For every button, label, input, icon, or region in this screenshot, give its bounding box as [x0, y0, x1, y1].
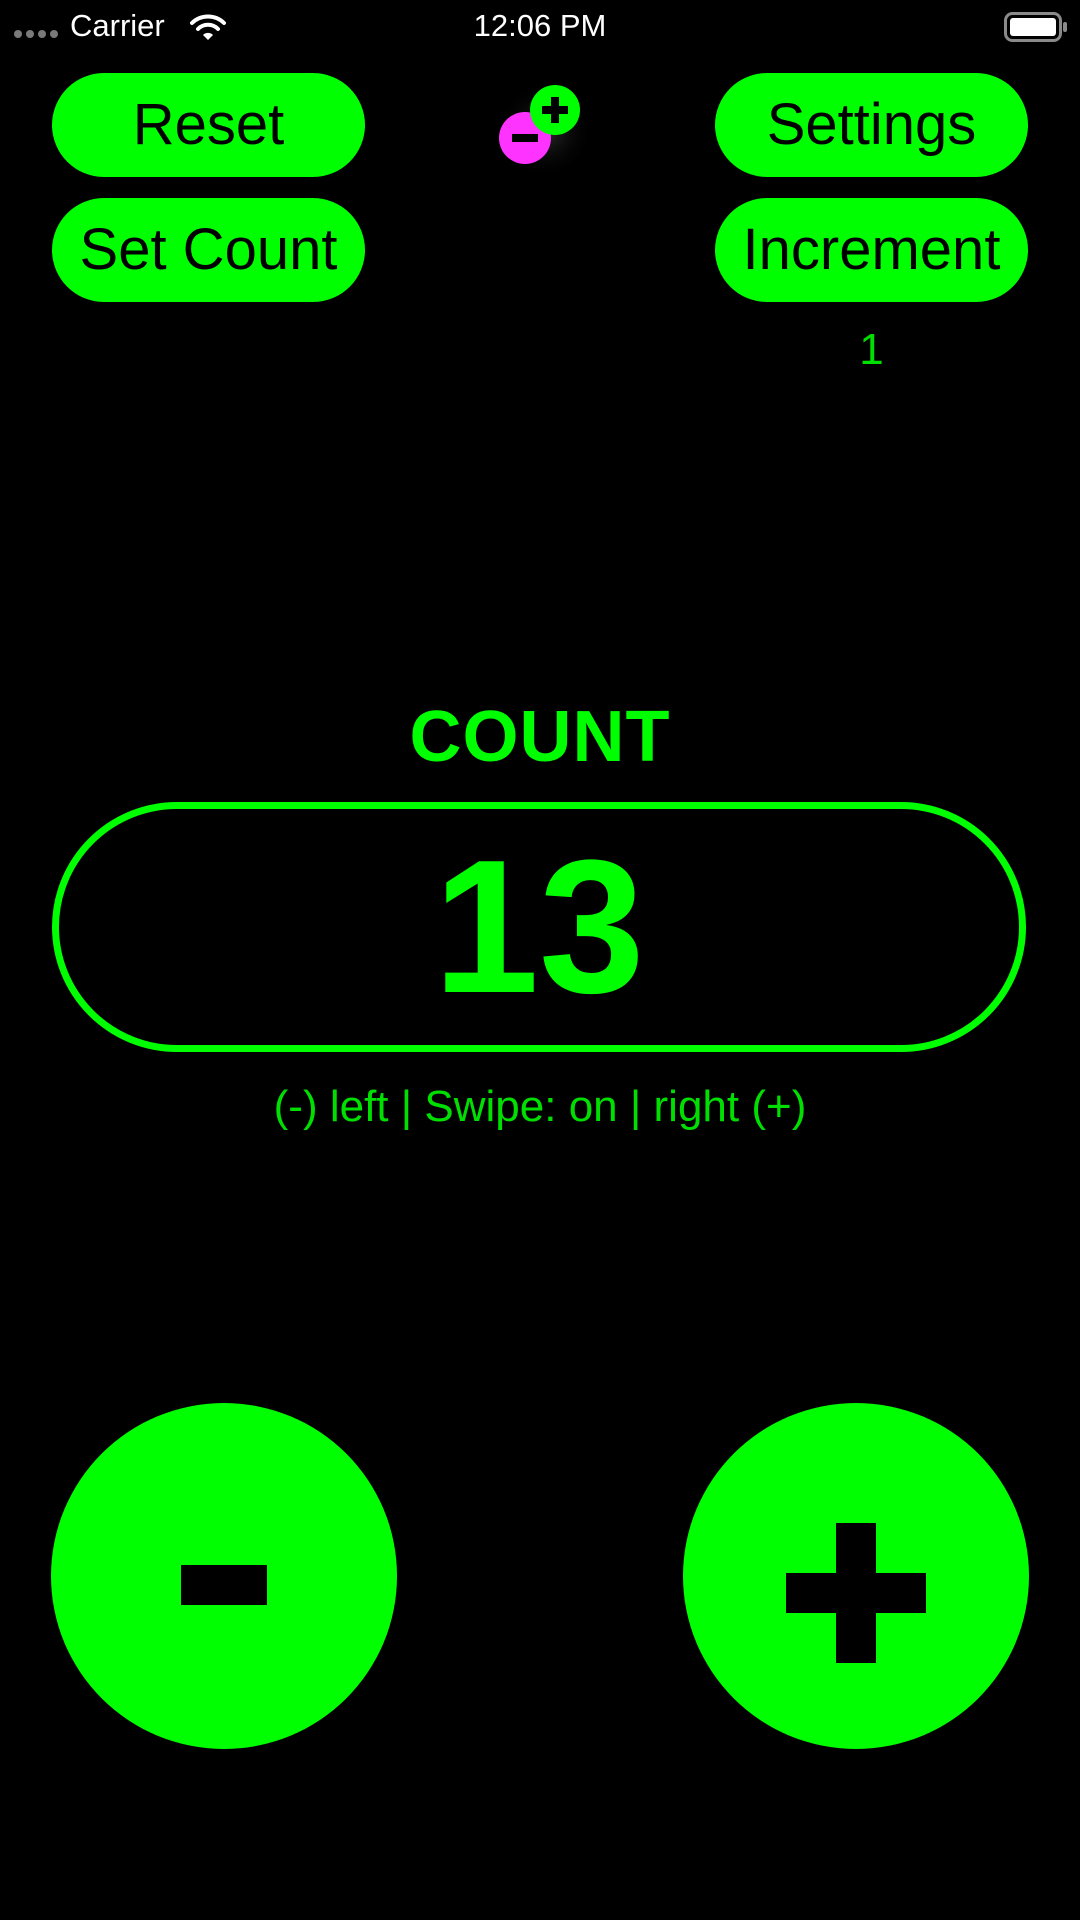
count-label: COUNT — [409, 697, 671, 777]
swipe-hint: (-) left | Swipe: on | right (+) — [273, 1082, 807, 1131]
settings-button[interactable]: Settings — [715, 73, 1028, 177]
increment-button[interactable]: Increment — [715, 198, 1028, 302]
plus-minus-logo-icon — [497, 82, 593, 175]
set-count-button[interactable]: Set Count — [52, 198, 365, 302]
reset-button[interactable]: Reset — [52, 73, 365, 177]
status-bar: Carrier 12:06 PM — [0, 0, 1080, 52]
add-button[interactable] — [683, 1403, 1029, 1749]
minus-icon — [181, 1565, 267, 1605]
counter-screen: Carrier 12:06 PM Reset Set Count Setting… — [0, 0, 1080, 1920]
status-time: 12:06 PM — [473, 8, 607, 43]
increment-value: 1 — [859, 325, 884, 374]
battery-icon — [1004, 12, 1067, 42]
count-value: 13 — [433, 821, 645, 1033]
count-display[interactable]: 13 — [52, 802, 1026, 1052]
plus-icon — [786, 1523, 926, 1663]
decrement-button[interactable] — [51, 1403, 397, 1749]
